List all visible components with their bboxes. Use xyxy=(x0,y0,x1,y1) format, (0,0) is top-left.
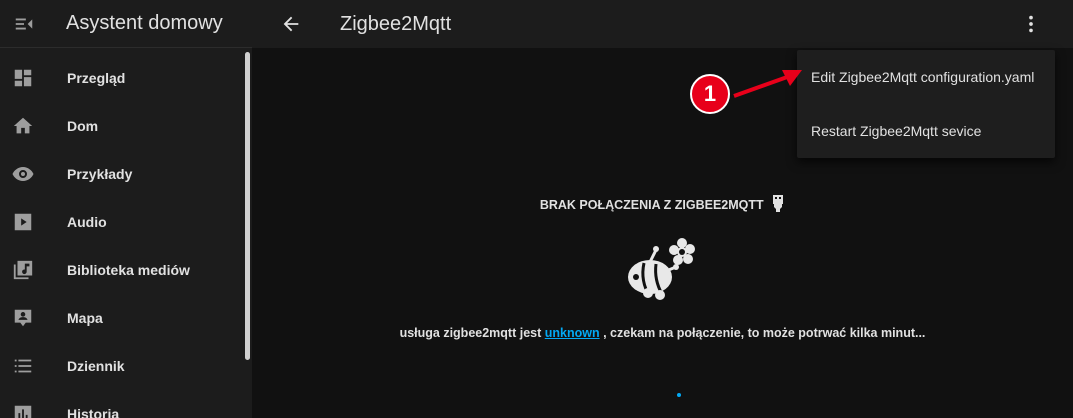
menu-item-restart-service[interactable]: Restart Zigbee2Mqtt sevice xyxy=(797,104,1055,158)
zigbee2mqtt-logo xyxy=(622,231,698,307)
sidebar-item-label: Dom xyxy=(67,118,99,134)
sidebar-item-historia[interactable]: Historia xyxy=(0,390,252,418)
loading-spinner xyxy=(677,393,681,397)
service-status-text: usługa zigbee2mqtt jest unknown , czekam… xyxy=(252,326,1073,340)
sidebar: Asystent domowy Przegląd Dom Przykłady A… xyxy=(0,0,252,418)
sidebar-item-label: Audio xyxy=(67,214,107,230)
sidebar-item-biblioteka[interactable]: Biblioteka mediów xyxy=(0,246,252,294)
sidebar-item-label: Historia xyxy=(67,406,120,418)
sidebar-item-label: Biblioteka mediów xyxy=(67,262,190,278)
status-unknown-link[interactable]: unknown xyxy=(545,326,600,340)
sidebar-item-przeglad[interactable]: Przegląd xyxy=(0,54,252,102)
sidebar-item-przyklady[interactable]: Przykłady xyxy=(0,150,252,198)
connection-title-text: BRAK POŁĄCZENIA Z ZIGBEE2MQTT xyxy=(539,198,764,212)
more-vert-icon[interactable] xyxy=(1019,12,1043,36)
list-icon xyxy=(11,354,35,378)
page-title: Zigbee2Mqtt xyxy=(340,12,452,35)
sidebar-item-label: Dziennik xyxy=(67,358,125,374)
menu-item-edit-config[interactable]: Edit Zigbee2Mqtt configuration.yaml xyxy=(797,50,1055,104)
sidebar-header: Asystent domowy xyxy=(0,0,252,48)
overflow-menu: Edit Zigbee2Mqtt configuration.yaml Rest… xyxy=(797,50,1055,158)
sidebar-item-label: Przegląd xyxy=(67,70,126,86)
home-icon xyxy=(11,114,35,138)
back-arrow-icon[interactable] xyxy=(267,0,315,48)
annotation-arrow xyxy=(733,70,802,98)
map-icon xyxy=(11,306,35,330)
sidebar-title: Asystent domowy xyxy=(66,12,223,34)
sidebar-list: Przegląd Dom Przykłady Audio Biblioteka … xyxy=(0,48,252,418)
media-library-icon xyxy=(11,258,35,282)
status-prefix: usługa zigbee2mqtt jest xyxy=(399,326,542,340)
sidebar-scrollbar[interactable] xyxy=(245,52,250,360)
status-suffix: , czekam na połączenie, to może potrwać … xyxy=(603,326,926,340)
sidebar-item-label: Mapa xyxy=(67,310,103,326)
dashboard-icon xyxy=(11,66,35,90)
usb-plug-icon xyxy=(771,194,785,215)
sidebar-item-dom[interactable]: Dom xyxy=(0,102,252,150)
menu-collapse-icon[interactable] xyxy=(0,0,48,48)
sidebar-item-mapa[interactable]: Mapa xyxy=(0,294,252,342)
annotation-badge: 1 xyxy=(690,74,730,114)
sidebar-item-audio[interactable]: Audio xyxy=(0,198,252,246)
sidebar-item-dziennik[interactable]: Dziennik xyxy=(0,342,252,390)
connection-status-title: BRAK POŁĄCZENIA Z ZIGBEE2MQTT xyxy=(252,194,1073,215)
play-icon xyxy=(11,210,35,234)
sidebar-item-label: Przykłady xyxy=(67,166,133,182)
chart-icon xyxy=(11,402,35,418)
eye-icon xyxy=(11,162,35,186)
top-app-bar: Zigbee2Mqtt xyxy=(252,0,1073,48)
